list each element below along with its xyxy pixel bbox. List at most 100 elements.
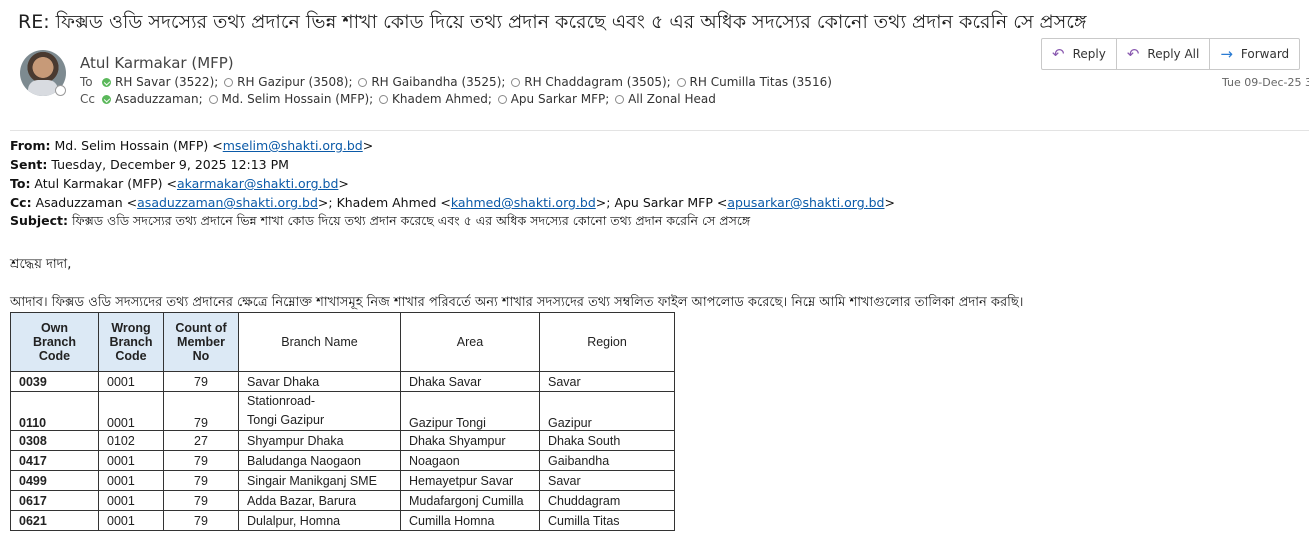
cc-email-link[interactable]: asaduzzaman@shakti.org.bd — [137, 195, 318, 210]
body-paragraph: আদাব। ফিক্সড ওডি সদস্যদের তথ্য প্রদানের … — [10, 295, 1024, 310]
recipient-chip[interactable]: Khadem Ahmed; — [379, 92, 492, 106]
offline-status-icon — [676, 78, 686, 87]
area-cell: Mudafargonj Cumilla — [400, 490, 540, 511]
recipient-chip[interactable]: Apu Sarkar MFP; — [497, 92, 610, 106]
region-cell: Cumilla Titas — [539, 510, 675, 531]
presence-status-icon — [55, 85, 66, 96]
table-row: 0417 0001 79 Baludanga Naogaon Noagaon G… — [10, 450, 675, 471]
own-code-cell: 0621 — [10, 510, 99, 531]
header-text: Branch — [109, 335, 153, 349]
branch-name-cell: Dulalpur, Homna — [238, 510, 401, 531]
recipient-name: RH Savar (3522); — [115, 75, 219, 89]
forward-button[interactable]: → Forward — [1210, 39, 1299, 69]
table-row: 0617 0001 79 Adda Bazar, Barura Mudafarg… — [10, 490, 675, 511]
cc-email-link[interactable]: apusarkar@shakti.org.bd — [727, 195, 884, 210]
greeting: শ্রদ্ধেয় দাদা, — [10, 257, 72, 272]
offline-status-icon — [358, 78, 368, 87]
wrong-code-cell: 0102 — [98, 430, 164, 451]
cc-name: Asaduzzaman < — [31, 195, 138, 210]
wrong-code-cell: 0001 — [98, 450, 164, 471]
received-date: Tue 09-Dec-25 3: — [1222, 76, 1309, 89]
sender-name[interactable]: Atul Karmakar (MFP) — [80, 54, 234, 72]
header-count: Count of Member No — [163, 312, 239, 372]
from-name: Md. Selim Hossain (MFP) < — [50, 138, 223, 153]
quoted-to: To: Atul Karmakar (MFP) <akarmakar@shakt… — [10, 176, 349, 191]
branch-name-line: Tongi Gazipur — [247, 413, 325, 427]
forward-label: Forward — [1240, 47, 1290, 61]
subject-value: ফিক্সড ওডি সদস্যের তথ্য প্রদানে ভিন্ন শা… — [68, 213, 751, 228]
branch-name-line: Stationroad- — [247, 394, 316, 408]
offline-status-icon — [497, 95, 507, 104]
cc-label-quoted: Cc: — [10, 195, 32, 210]
available-status-icon — [102, 95, 111, 104]
count-cell: 79 — [163, 510, 239, 531]
header-branch-name: Branch Name — [238, 312, 401, 372]
count-cell: 79 — [163, 371, 239, 392]
sent-value: Tuesday, December 9, 2025 12:13 PM — [47, 157, 289, 172]
recipient-name: RH Gaibandha (3525); — [371, 75, 506, 89]
recipient-chip[interactable]: RH Cumilla Titas (3516) — [676, 75, 832, 89]
count-cell: 79 — [163, 470, 239, 491]
area-cell: Cumilla Homna — [400, 510, 540, 531]
reply-all-arrow-icon: ↶ — [1126, 45, 1140, 63]
recipient-chip[interactable]: RH Savar (3522); — [102, 75, 218, 89]
recipient-name: Apu Sarkar MFP; — [510, 92, 610, 106]
header-divider — [10, 130, 1309, 131]
own-code-cell: 0110 — [10, 391, 99, 431]
wrong-code-cell: 0001 — [98, 371, 164, 392]
reply-all-button[interactable]: ↶ Reply All — [1117, 39, 1211, 69]
branch-table: Own Branch Code Wrong Branch Code Count of Me… — [10, 312, 675, 531]
header-text: Wrong — [111, 321, 151, 335]
header-text: Code — [38, 349, 71, 363]
count-cell: 27 — [163, 430, 239, 451]
recipient-name: Md. Selim Hossain (MFP); — [221, 92, 374, 106]
branch-name-cell: Savar Dhaka — [238, 371, 401, 392]
region-cell: Dhaka South — [539, 430, 675, 451]
subject-label: Subject: — [10, 213, 68, 228]
sent-label: Sent: — [10, 157, 48, 172]
area-cell: Dhaka Savar — [400, 371, 540, 392]
to-label: To — [80, 75, 93, 89]
reply-button[interactable]: ↶ Reply — [1042, 39, 1117, 69]
count-cell: 79 — [163, 391, 239, 431]
bracket: > — [338, 176, 349, 191]
header-text: Own — [40, 321, 69, 335]
recipient-chip[interactable]: RH Gazipur (3508); — [224, 75, 353, 89]
region-cell: Gazipur — [539, 391, 675, 431]
quoted-from: From: Md. Selim Hossain (MFP) <mselim@sh… — [10, 138, 373, 153]
to-email-link[interactable]: akarmakar@shakti.org.bd — [177, 176, 338, 191]
own-code-cell: 0617 — [10, 490, 99, 511]
header-wrong-branch-code: Wrong Branch Code — [98, 312, 164, 372]
cc-email-link[interactable]: kahmed@shakti.org.bd — [451, 195, 596, 210]
offline-status-icon — [224, 78, 234, 87]
branch-name-cell: Singair Manikganj SME — [238, 470, 401, 491]
own-code-cell: 0417 — [10, 450, 99, 471]
wrong-code-cell: 0001 — [98, 391, 164, 431]
own-code-cell: 0499 — [10, 470, 99, 491]
recipient-chip[interactable]: RH Gaibandha (3525); — [358, 75, 505, 89]
branch-name-cell: Adda Bazar, Barura — [238, 490, 401, 511]
offline-status-icon — [615, 95, 625, 104]
from-email-link[interactable]: mselim@shakti.org.bd — [223, 138, 363, 153]
reply-all-label: Reply All — [1147, 47, 1200, 61]
cc-recipients: Asaduzzaman; Md. Selim Hossain (MFP); Kh… — [102, 92, 718, 106]
from-label: From: — [10, 138, 51, 153]
area-cell: Noagaon — [400, 450, 540, 471]
wrong-code-cell: 0001 — [98, 510, 164, 531]
recipient-name: RH Cumilla Titas (3516) — [689, 75, 832, 89]
header-text: Count of — [175, 321, 227, 335]
recipient-chip[interactable]: Asaduzzaman; — [102, 92, 203, 106]
count-cell: 79 — [163, 450, 239, 471]
offline-status-icon — [208, 95, 218, 104]
recipient-name: RH Chaddagram (3505); — [524, 75, 671, 89]
recipient-chip[interactable]: All Zonal Head — [615, 92, 716, 106]
table-row: 0499 0001 79 Singair Manikganj SME Hemay… — [10, 470, 675, 491]
bracket: > — [884, 195, 895, 210]
forward-arrow-icon: → — [1220, 45, 1233, 63]
recipient-chip[interactable]: Md. Selim Hossain (MFP); — [208, 92, 374, 106]
recipient-name: All Zonal Head — [628, 92, 716, 106]
message-actions: ↶ Reply ↶ Reply All → Forward — [1041, 38, 1301, 70]
own-code-cell: 0039 — [10, 371, 99, 392]
region-cell: Savar — [539, 470, 675, 491]
recipient-chip[interactable]: RH Chaddagram (3505); — [511, 75, 671, 89]
